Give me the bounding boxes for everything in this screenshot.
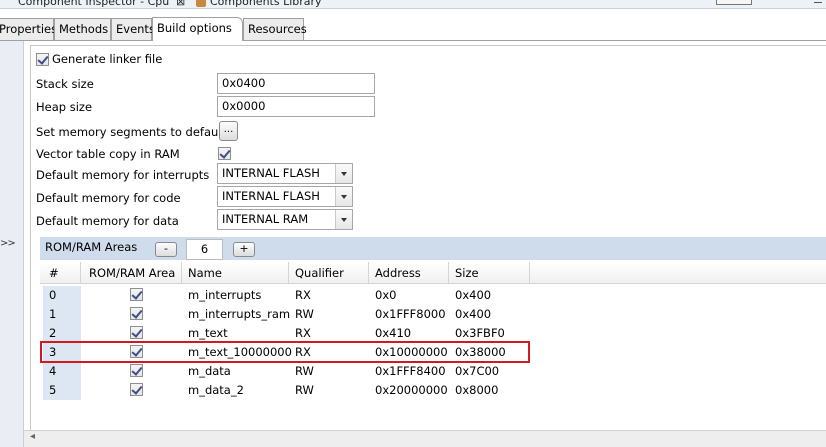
component-inspector-view-tab[interactable]: Component Inspector - Cpu <box>18 0 169 8</box>
generate-linker-file-checkbox[interactable] <box>36 52 49 66</box>
add-area-button[interactable]: + <box>233 242 255 257</box>
set-memory-segments-label: Set memory segments to default <box>36 125 226 139</box>
area-checkbox[interactable] <box>130 307 143 320</box>
heap-size-label: Heap size <box>36 100 93 114</box>
address-cell[interactable]: 0x1FFF8400 <box>375 364 446 378</box>
table-row[interactable]: 4 m_data RW 0x1FFF8400 0x7C00 <box>40 362 530 381</box>
column-separator[interactable] <box>288 262 289 283</box>
row-number: 5 <box>49 383 57 397</box>
size-cell[interactable]: 0x400 <box>455 288 491 302</box>
column-header-number[interactable]: # <box>49 266 59 280</box>
column-header-address[interactable]: Address <box>375 266 421 280</box>
tab-methods[interactable]: Methods <box>54 18 111 40</box>
vector-table-copy-checkbox[interactable] <box>218 147 231 160</box>
column-separator[interactable] <box>448 262 449 283</box>
default-memory-code-select[interactable]: INTERNAL FLASH <box>217 186 353 207</box>
vector-table-copy-label: Vector table copy in RAM <box>36 147 180 161</box>
default-memory-interrupts-select[interactable]: INTERNAL FLASH <box>217 163 353 184</box>
size-cell[interactable]: 0x400 <box>455 307 491 321</box>
column-separator[interactable] <box>80 262 81 283</box>
address-cell[interactable]: 0x410 <box>375 326 411 340</box>
default-memory-interrupts-value: INTERNAL FLASH <box>222 166 320 180</box>
set-memory-segments-button[interactable]: ... <box>219 121 238 141</box>
default-memory-interrupts-label: Default memory for interrupts <box>36 168 210 182</box>
column-header-name[interactable]: Name <box>188 266 222 280</box>
qualifier-cell[interactable]: RW <box>295 307 314 321</box>
qualifier-cell[interactable]: RW <box>295 364 314 378</box>
generate-linker-file-option[interactable]: Generate linker file <box>36 52 162 66</box>
scroll-left-icon[interactable]: ◂ <box>30 431 35 442</box>
address-cell[interactable]: 0x20000000 <box>375 383 448 397</box>
components-library-view-tab[interactable]: Components Library <box>210 0 322 8</box>
heap-size-input[interactable]: 0x0000 <box>217 96 375 117</box>
view-toolbar-button[interactable] <box>716 0 752 5</box>
chevron-down-icon[interactable] <box>335 164 352 183</box>
qualifier-cell[interactable]: RX <box>295 326 311 340</box>
area-name-cell[interactable]: m_text <box>188 326 228 340</box>
size-cell[interactable]: 0x8000 <box>455 383 498 397</box>
address-cell[interactable]: 0x0 <box>375 288 396 302</box>
remove-area-button[interactable]: - <box>155 242 177 257</box>
column-header-area[interactable]: ROM/RAM Area <box>89 266 175 280</box>
chevron-down-icon[interactable] <box>335 210 352 229</box>
row-number: 1 <box>49 307 57 321</box>
default-memory-code-value: INTERNAL FLASH <box>222 189 320 203</box>
tab-build-options[interactable]: Build options <box>152 17 243 41</box>
area-checkbox[interactable] <box>130 383 143 396</box>
address-cell[interactable]: 0x1FFF8000 <box>375 307 446 321</box>
rom-ram-areas-title: ROM/RAM Areas <box>45 240 138 254</box>
row-number: 2 <box>49 326 57 340</box>
view-tab-strip: Component Inspector - Cpu ⊠ Components L… <box>0 0 826 9</box>
close-icon[interactable]: ⊠ <box>176 0 185 8</box>
tab-events[interactable]: Events <box>111 18 155 40</box>
table-row[interactable]: 1 m_interrupts_ram RW 0x1FFF8000 0x400 <box>40 305 530 324</box>
chevron-down-icon[interactable] <box>335 187 352 206</box>
area-checkbox[interactable] <box>130 288 143 301</box>
area-checkbox[interactable] <box>130 364 143 377</box>
stack-size-label: Stack size <box>36 77 94 91</box>
default-memory-data-value: INTERNAL RAM <box>222 212 309 226</box>
area-name-cell[interactable]: m_data <box>188 364 231 378</box>
tab-properties[interactable]: Properties <box>0 18 57 40</box>
area-name-cell[interactable]: m_interrupts_ram <box>188 307 290 321</box>
default-memory-data-label: Default memory for data <box>36 214 179 228</box>
column-separator[interactable] <box>181 262 182 283</box>
inspector-tab-bar: Properties Methods Events Build options … <box>0 17 826 41</box>
size-cell[interactable]: 0x3FBF0 <box>455 326 505 340</box>
horizontal-scrollbar[interactable] <box>24 430 826 447</box>
area-count-input[interactable]: 6 <box>186 239 223 260</box>
row-highlight-box <box>40 341 530 363</box>
library-icon <box>196 0 206 7</box>
area-name-cell[interactable]: m_data_2 <box>188 383 244 397</box>
table-row[interactable]: 5 m_data_2 RW 0x20000000 0x8000 <box>40 381 530 400</box>
qualifier-cell[interactable]: RW <box>295 383 314 397</box>
default-memory-code-label: Default memory for code <box>36 191 181 205</box>
qualifier-cell[interactable]: RX <box>295 288 311 302</box>
column-separator[interactable] <box>368 262 369 283</box>
row-number: 4 <box>49 364 57 378</box>
default-memory-data-select[interactable]: INTERNAL RAM <box>217 209 353 230</box>
tab-resources[interactable]: Resources <box>243 18 307 40</box>
stack-size-input[interactable]: 0x0400 <box>217 73 375 94</box>
minimize-icon[interactable] <box>814 2 822 3</box>
size-cell[interactable]: 0x7C00 <box>455 364 499 378</box>
column-separator[interactable] <box>529 262 530 283</box>
column-header-size[interactable]: Size <box>455 266 479 280</box>
column-header-qualifier[interactable]: Qualifier <box>295 266 344 280</box>
area-checkbox[interactable] <box>130 326 143 339</box>
generate-linker-file-label: Generate linker file <box>52 52 163 66</box>
row-number: 0 <box>49 288 57 302</box>
area-name-cell[interactable]: m_interrupts <box>188 288 261 302</box>
table-row[interactable]: 0 m_interrupts RX 0x0 0x400 <box>40 286 530 305</box>
expand-toggle-icon[interactable]: >> <box>0 238 16 249</box>
